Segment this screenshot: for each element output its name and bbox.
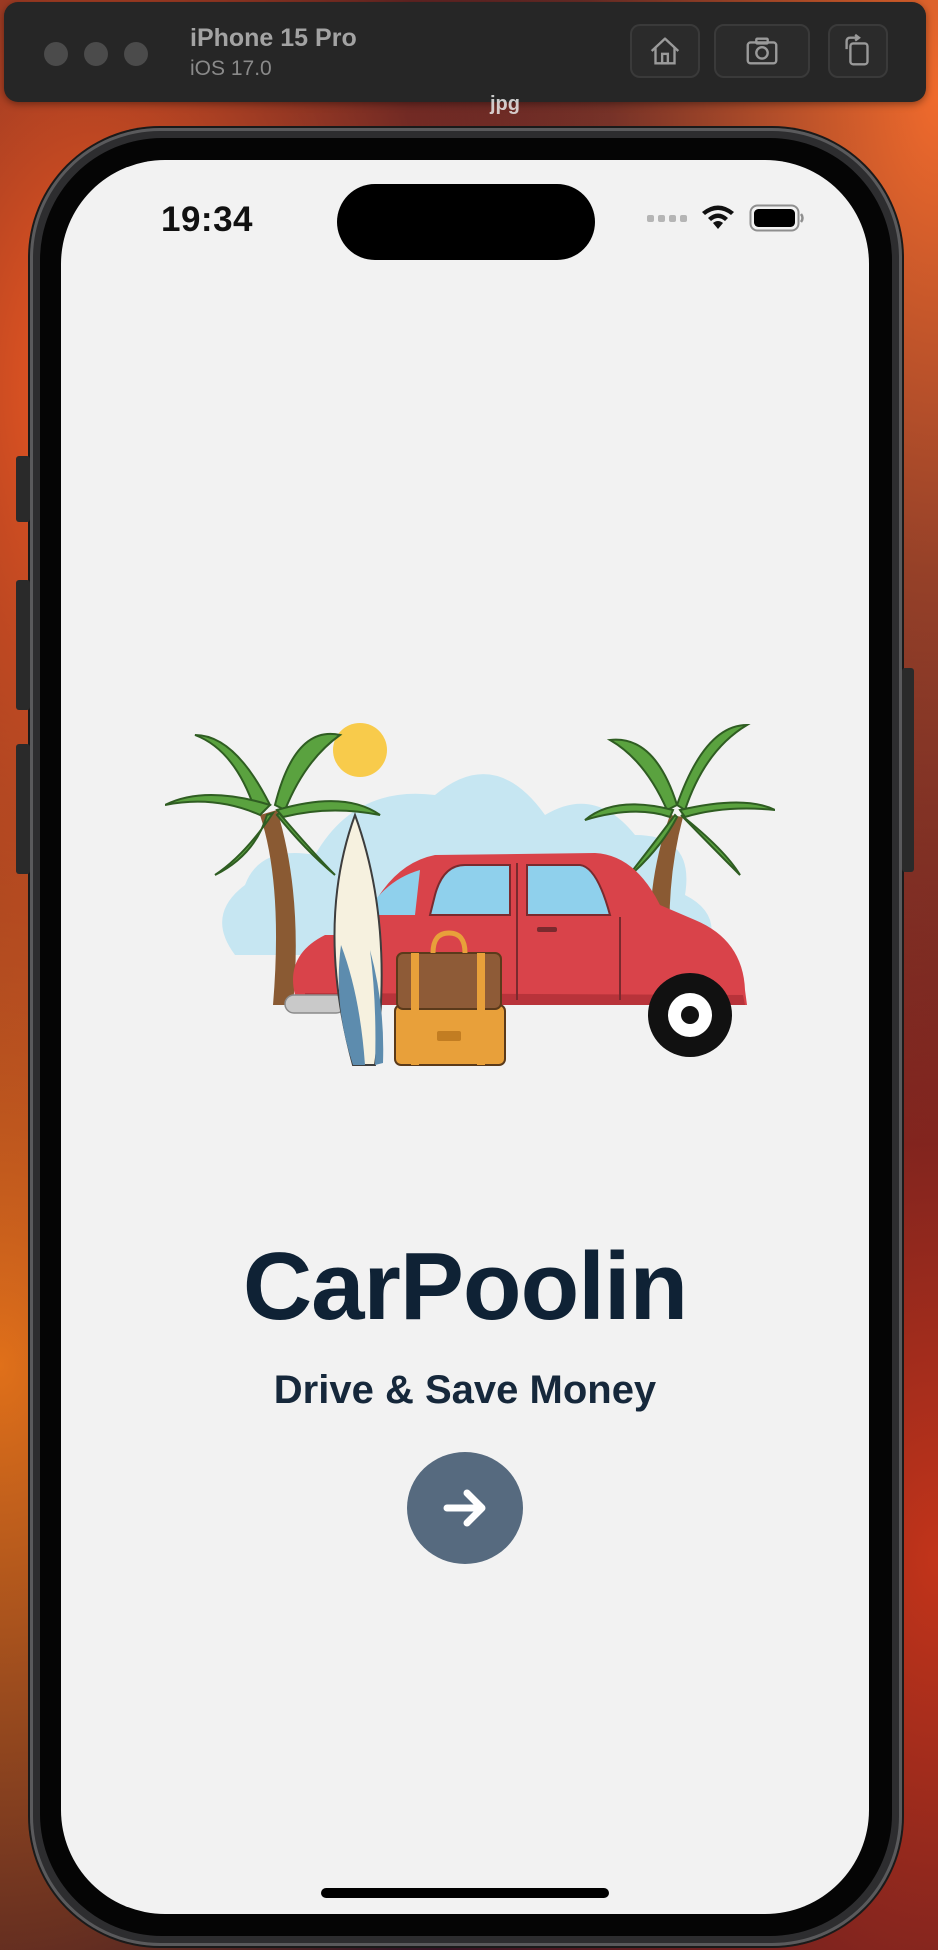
screenshot-icon xyxy=(746,37,778,65)
phone-screen: 19:34 CarPoolin Drive & Save Money xyxy=(61,160,869,1914)
rotate-button[interactable] xyxy=(828,24,888,78)
home-button[interactable] xyxy=(630,24,700,78)
battery-icon xyxy=(749,204,804,232)
action-button[interactable] xyxy=(16,456,30,522)
dynamic-island xyxy=(337,184,595,260)
rotate-icon xyxy=(845,33,869,66)
home-icon xyxy=(650,37,680,65)
power-button[interactable] xyxy=(902,668,914,872)
car-beach-illustration xyxy=(165,723,775,1066)
arrow-right-icon xyxy=(443,1489,486,1527)
get-started-button[interactable] xyxy=(407,1452,523,1564)
app-title: CarPoolin xyxy=(242,1233,688,1340)
status-time: 19:34 xyxy=(161,200,254,239)
wifi-icon xyxy=(702,205,734,229)
simulator-toolbar: iPhone 15 Pro iOS 17.0 xyxy=(4,2,926,102)
window-close-button[interactable] xyxy=(44,42,68,66)
window-zoom-button[interactable] xyxy=(124,42,148,66)
sun-icon xyxy=(333,723,387,777)
status-icons xyxy=(647,204,805,232)
home-indicator[interactable] xyxy=(321,1888,609,1898)
file-label: jpg xyxy=(490,93,520,115)
volume-up-button[interactable] xyxy=(16,580,30,710)
screenshot-button[interactable] xyxy=(714,24,810,78)
cellular-signal-icon xyxy=(647,214,687,222)
device-name: iPhone 15 Pro xyxy=(190,24,357,52)
window-minimize-button[interactable] xyxy=(84,42,108,66)
app-subtitle: Drive & Save Money xyxy=(273,1368,657,1412)
os-version: iOS 17.0 xyxy=(190,57,272,80)
volume-down-button[interactable] xyxy=(16,744,30,874)
